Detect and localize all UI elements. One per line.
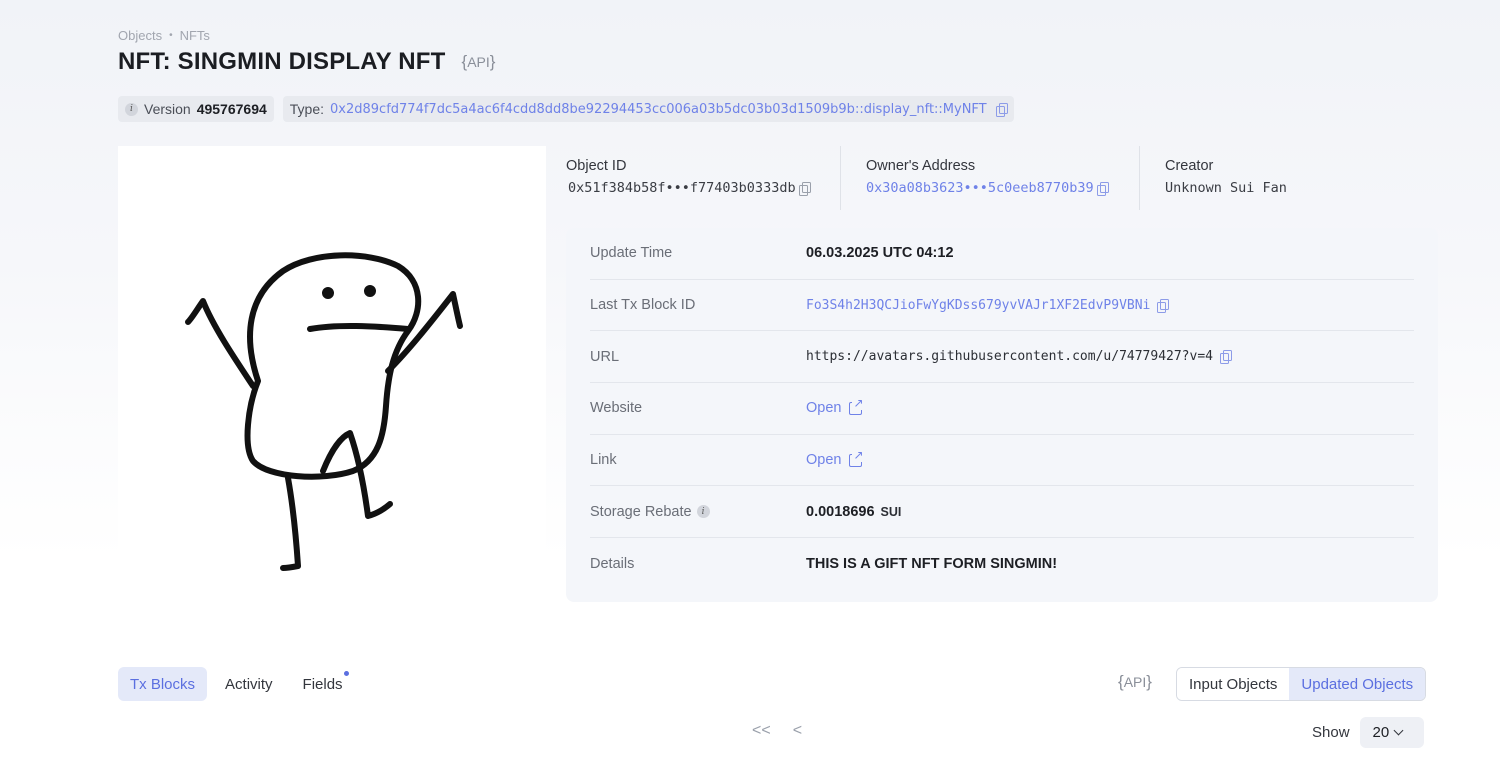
creator-value: Unknown Sui Fan [1165, 180, 1287, 196]
tab-fields-label: Fields [302, 675, 343, 693]
prev-page-button[interactable]: < [793, 722, 802, 740]
chevron-down-icon [1393, 725, 1404, 736]
url-label: URL [590, 348, 620, 365]
detail-row-website: Website Open [590, 383, 1414, 435]
type-link[interactable]: 0x2d89cfd774f7dc5a4ac6f4cdd8dd8be9229445… [330, 102, 987, 117]
info-icon[interactable]: i [125, 102, 138, 116]
api-secondary-label: API [1123, 674, 1147, 690]
copy-icon[interactable] [1096, 181, 1109, 196]
tab-bar: Tx Blocks Activity Fields [118, 667, 355, 701]
external-link-icon [849, 448, 864, 467]
api-button-secondary[interactable]: {API} [1118, 672, 1152, 692]
detail-row-url: URL https://avatars.githubusercontent.co… [590, 331, 1414, 384]
type-label: Type: [289, 101, 325, 117]
updated-objects-button[interactable]: Updated Objects [1289, 668, 1426, 700]
link-open-link[interactable]: Open [806, 448, 864, 469]
copy-icon[interactable] [1220, 350, 1232, 365]
tab-activity[interactable]: Activity [213, 667, 285, 701]
storage-rebate-label: Storage Rebate [590, 503, 692, 520]
object-info: Object ID 0x51f384b58f•••f77403b0333db O… [566, 146, 1438, 210]
owner-label: Owner's Address [866, 158, 976, 174]
external-link-icon [849, 396, 864, 415]
copy-icon[interactable] [995, 102, 1008, 117]
url-value: https://avatars.githubusercontent.com/u/… [806, 349, 1232, 365]
page-size-select[interactable]: 20 [1359, 717, 1424, 748]
pagination: << < [752, 722, 802, 740]
copy-icon[interactable] [1157, 298, 1170, 313]
url-text: https://avatars.githubusercontent.com/u/… [806, 349, 1213, 365]
detail-row-link: Link Open [590, 435, 1414, 487]
breadcrumb-nfts[interactable]: NFTs [180, 28, 210, 43]
version-value: 495767694 [196, 101, 267, 117]
page-title: NFT: SINGMIN DISPLAY NFT [118, 48, 446, 75]
update-time-value: 06.03.2025 UTC 04:12 [806, 245, 954, 262]
website-open-text: Open [806, 400, 842, 417]
owner-value: 0x30a08b3623•••5c0eeb8770b39 [866, 180, 1139, 196]
details-label: Details [590, 555, 635, 572]
version-chip: i Version 495767694 [118, 96, 274, 122]
object-id-column: Object ID 0x51f384b58f•••f77403b0333db [566, 146, 840, 210]
owner-column: Owner's Address 0x30a08b3623•••5c0eeb877… [840, 146, 1139, 210]
info-icon[interactable]: i [696, 505, 710, 519]
details-card: Update Time 06.03.2025 UTC 04:12 Last Tx… [566, 228, 1438, 602]
breadcrumb: Objects • NFTs [118, 28, 210, 43]
storage-rebate-value: 0.0018696 SUI [806, 504, 901, 520]
api-label: API [467, 54, 490, 70]
update-time-label: Update Time [590, 245, 673, 262]
tab-tx-blocks[interactable]: Tx Blocks [118, 667, 208, 701]
storage-rebate-label-wrap: Storage Rebate i [590, 504, 806, 520]
details-value: THIS IS A GIFT NFT FORM SINGMIN! [806, 555, 1058, 572]
tab-fields[interactable]: Fields [291, 667, 355, 701]
last-tx-value: Fo3S4h2H3QCJioFwYgKDss679yvVAJr1XF2EdvP9… [806, 298, 1170, 313]
website-open-link[interactable]: Open [806, 396, 864, 417]
creator-column: Creator Unknown Sui Fan [1139, 146, 1438, 210]
input-objects-button[interactable]: Input Objects [1177, 668, 1290, 700]
detail-row-last-tx: Last Tx Block ID Fo3S4h2H3QCJioFwYgKDss6… [590, 280, 1414, 332]
owner-address-link[interactable]: 0x30a08b3623•••5c0eeb8770b39 [866, 180, 1094, 196]
detail-row-update-time: Update Time 06.03.2025 UTC 04:12 [590, 228, 1414, 280]
type-chip: Type: 0x2d89cfd774f7dc5a4ac6f4cdd8dd8be9… [282, 96, 1014, 122]
website-label: Website [590, 400, 643, 417]
nft-drawing [185, 252, 463, 571]
object-id-value: 0x51f384b58f•••f77403b0333db [568, 180, 840, 196]
title-row: NFT: SINGMIN DISPLAY NFT {API} [118, 48, 495, 76]
object-filter-toggle: Input Objects Updated Objects [1176, 667, 1427, 701]
nft-image[interactable] [118, 146, 546, 604]
version-label: Version [144, 101, 191, 117]
object-id-text: 0x51f384b58f•••f77403b0333db [568, 180, 796, 196]
breadcrumb-separator: • [169, 30, 173, 41]
show-label: Show [1312, 724, 1350, 741]
notification-dot [342, 670, 350, 677]
first-page-button[interactable]: << [752, 722, 771, 740]
link-open-text: Open [806, 452, 842, 469]
page-size-value: 20 [1372, 724, 1390, 741]
detail-row-storage-rebate: Storage Rebate i 0.0018696 SUI [590, 486, 1414, 539]
creator-label: Creator [1165, 158, 1214, 174]
detail-row-details: Details THIS IS A GIFT NFT FORM SINGMIN! [590, 538, 1414, 590]
last-tx-label: Last Tx Block ID [590, 297, 696, 314]
storage-rebate-amount: 0.0018696 [806, 503, 875, 520]
link-label: Link [590, 452, 617, 469]
copy-icon[interactable] [798, 181, 811, 196]
object-id-label: Object ID [566, 158, 627, 174]
last-tx-link[interactable]: Fo3S4h2H3QCJioFwYgKDss679yvVAJr1XF2EdvP9… [806, 298, 1150, 313]
api-button[interactable]: {API} [462, 52, 496, 72]
breadcrumb-objects[interactable]: Objects [118, 28, 162, 43]
page-size-control: Show 20 [1312, 717, 1424, 748]
storage-rebate-unit: SUI [880, 504, 902, 519]
meta-chips: i Version 495767694 Type: 0x2d89cfd774f7… [118, 96, 1014, 122]
